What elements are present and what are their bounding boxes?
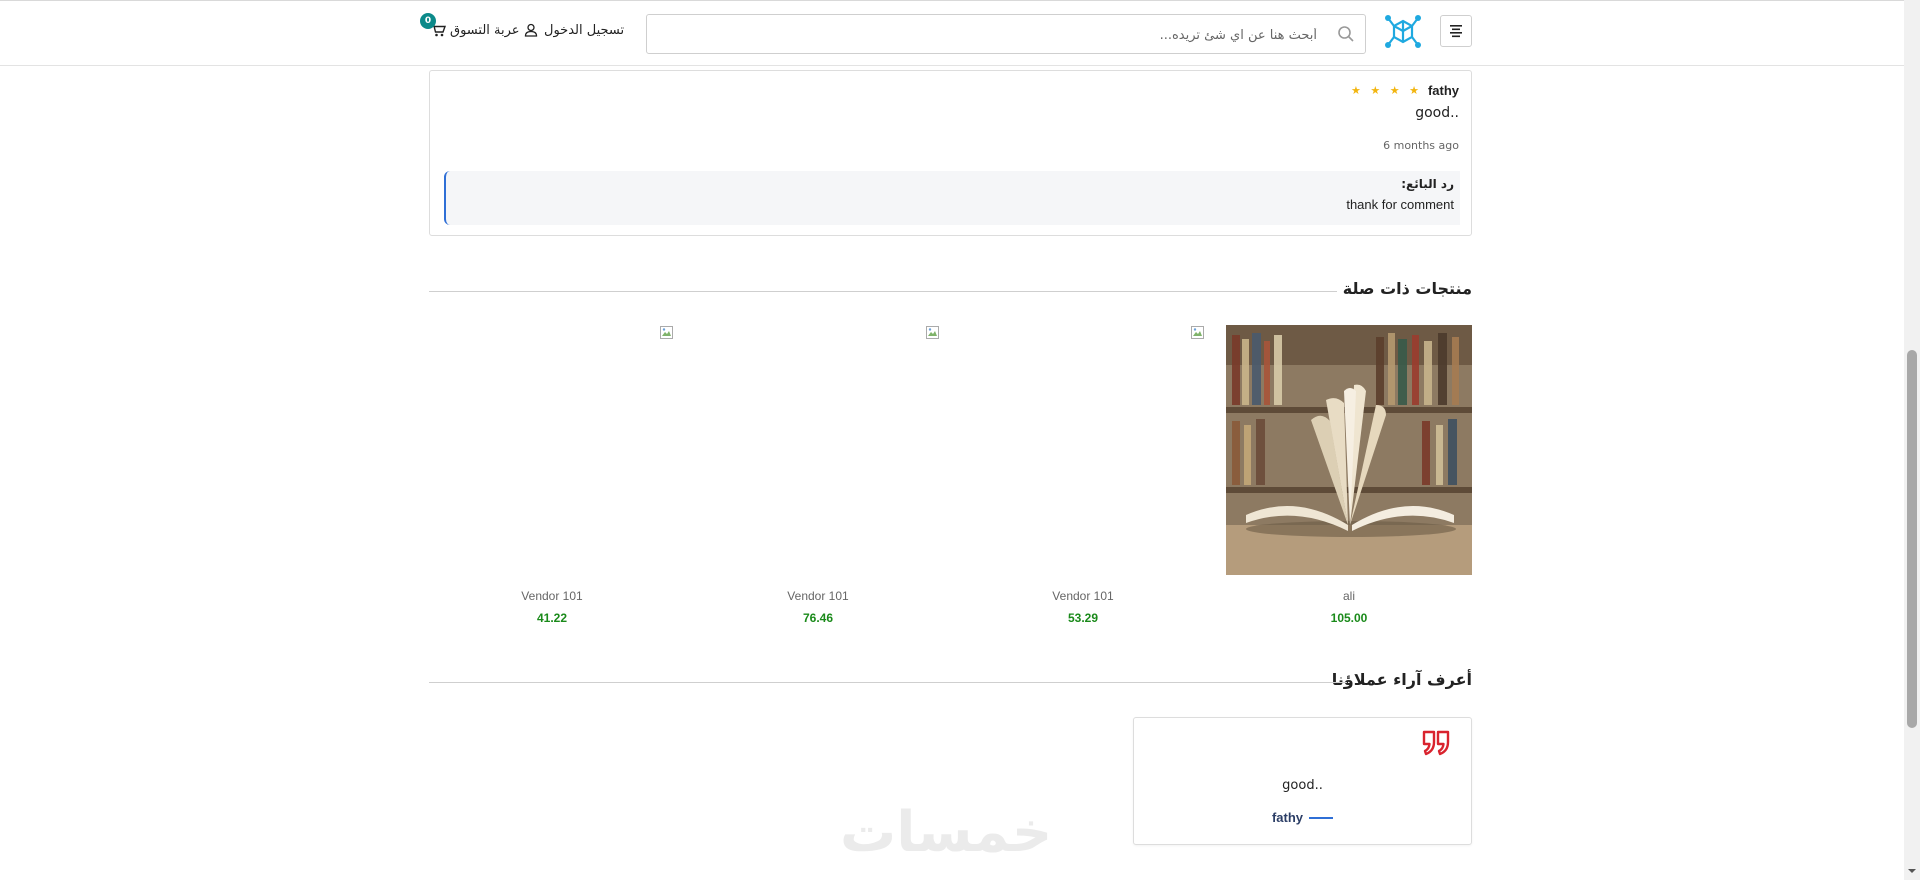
- product-price: 53.29: [1067, 611, 1099, 625]
- seller-reply: رد البائع: thank for comment: [444, 171, 1460, 225]
- product-name[interactable]: Vendor 101: [429, 589, 675, 603]
- scroll-down-arrow-icon[interactable]: [1907, 866, 1917, 876]
- cart-label: عربة التسوق: [450, 22, 520, 38]
- login-label: تسجيل الدخول: [544, 22, 625, 38]
- site-header: تسجيل الدخول عربة التسوق 0: [0, 1, 1904, 66]
- testimonial-author-name: fathy: [1271, 810, 1304, 825]
- product-card[interactable]: Vendor 101 41.22: [429, 325, 675, 635]
- testimonial-card: good.. fathy: [1133, 717, 1472, 845]
- menu-button[interactable]: [1440, 15, 1472, 47]
- review-time: 6 months ago: [1383, 139, 1459, 152]
- site-logo[interactable]: [1383, 12, 1423, 52]
- cart-link[interactable]: عربة التسوق: [430, 19, 520, 41]
- product-price: 105.00: [1330, 611, 1368, 625]
- testimonials-title: أعرف آراء عملاؤنا: [1331, 670, 1472, 689]
- product-card[interactable]: Vendor 101 53.29: [960, 325, 1206, 635]
- broken-image-icon: [926, 326, 939, 339]
- testimonial-author: fathy: [1134, 810, 1471, 825]
- user-icon: [524, 23, 538, 37]
- related-products-title: منتجات ذات صلة: [1342, 279, 1472, 298]
- review-header: fathy ★ ★ ★ ★: [1351, 83, 1459, 98]
- product-image[interactable]: [1226, 325, 1472, 575]
- related-products-divider: [429, 291, 1337, 292]
- menu-icon: [1450, 25, 1462, 38]
- search-input[interactable]: [655, 15, 1319, 55]
- rating-stars: ★ ★ ★ ★: [1351, 84, 1422, 97]
- seller-reply-label: رد البائع:: [1401, 177, 1454, 191]
- testimonials-divider: [429, 682, 1347, 683]
- product-image[interactable]: [429, 325, 675, 575]
- product-image[interactable]: [695, 325, 941, 575]
- login-link[interactable]: تسجيل الدخول: [524, 19, 624, 41]
- search-icon[interactable]: [1337, 25, 1355, 43]
- broken-image-icon: [660, 326, 673, 339]
- quote-icon: [1422, 730, 1450, 756]
- product-price: 41.22: [536, 611, 568, 625]
- search-bar: [646, 14, 1366, 55]
- product-card[interactable]: ali 105.00: [1226, 325, 1472, 635]
- product-card[interactable]: Vendor 101 76.46: [695, 325, 941, 635]
- product-price: 76.46: [802, 611, 834, 625]
- author-accent-line: [1309, 816, 1334, 819]
- product-image[interactable]: [960, 325, 1206, 575]
- watermark-logo: خمسات: [840, 800, 1053, 865]
- cart-count-badge: 0: [420, 13, 436, 29]
- reviewer-name: fathy: [1427, 83, 1459, 98]
- review-card: fathy ★ ★ ★ ★ good.. 6 months ago رد الب…: [429, 70, 1472, 236]
- testimonial-text: good..: [1282, 778, 1323, 793]
- scrollbar-thumb[interactable]: [1907, 350, 1917, 728]
- product-name[interactable]: ali: [1226, 589, 1472, 603]
- broken-image-icon: [1191, 326, 1204, 339]
- product-name[interactable]: Vendor 101: [960, 589, 1206, 603]
- product-name[interactable]: Vendor 101: [695, 589, 941, 603]
- review-text: good..: [1415, 105, 1459, 121]
- seller-reply-text: thank for comment: [1346, 197, 1454, 212]
